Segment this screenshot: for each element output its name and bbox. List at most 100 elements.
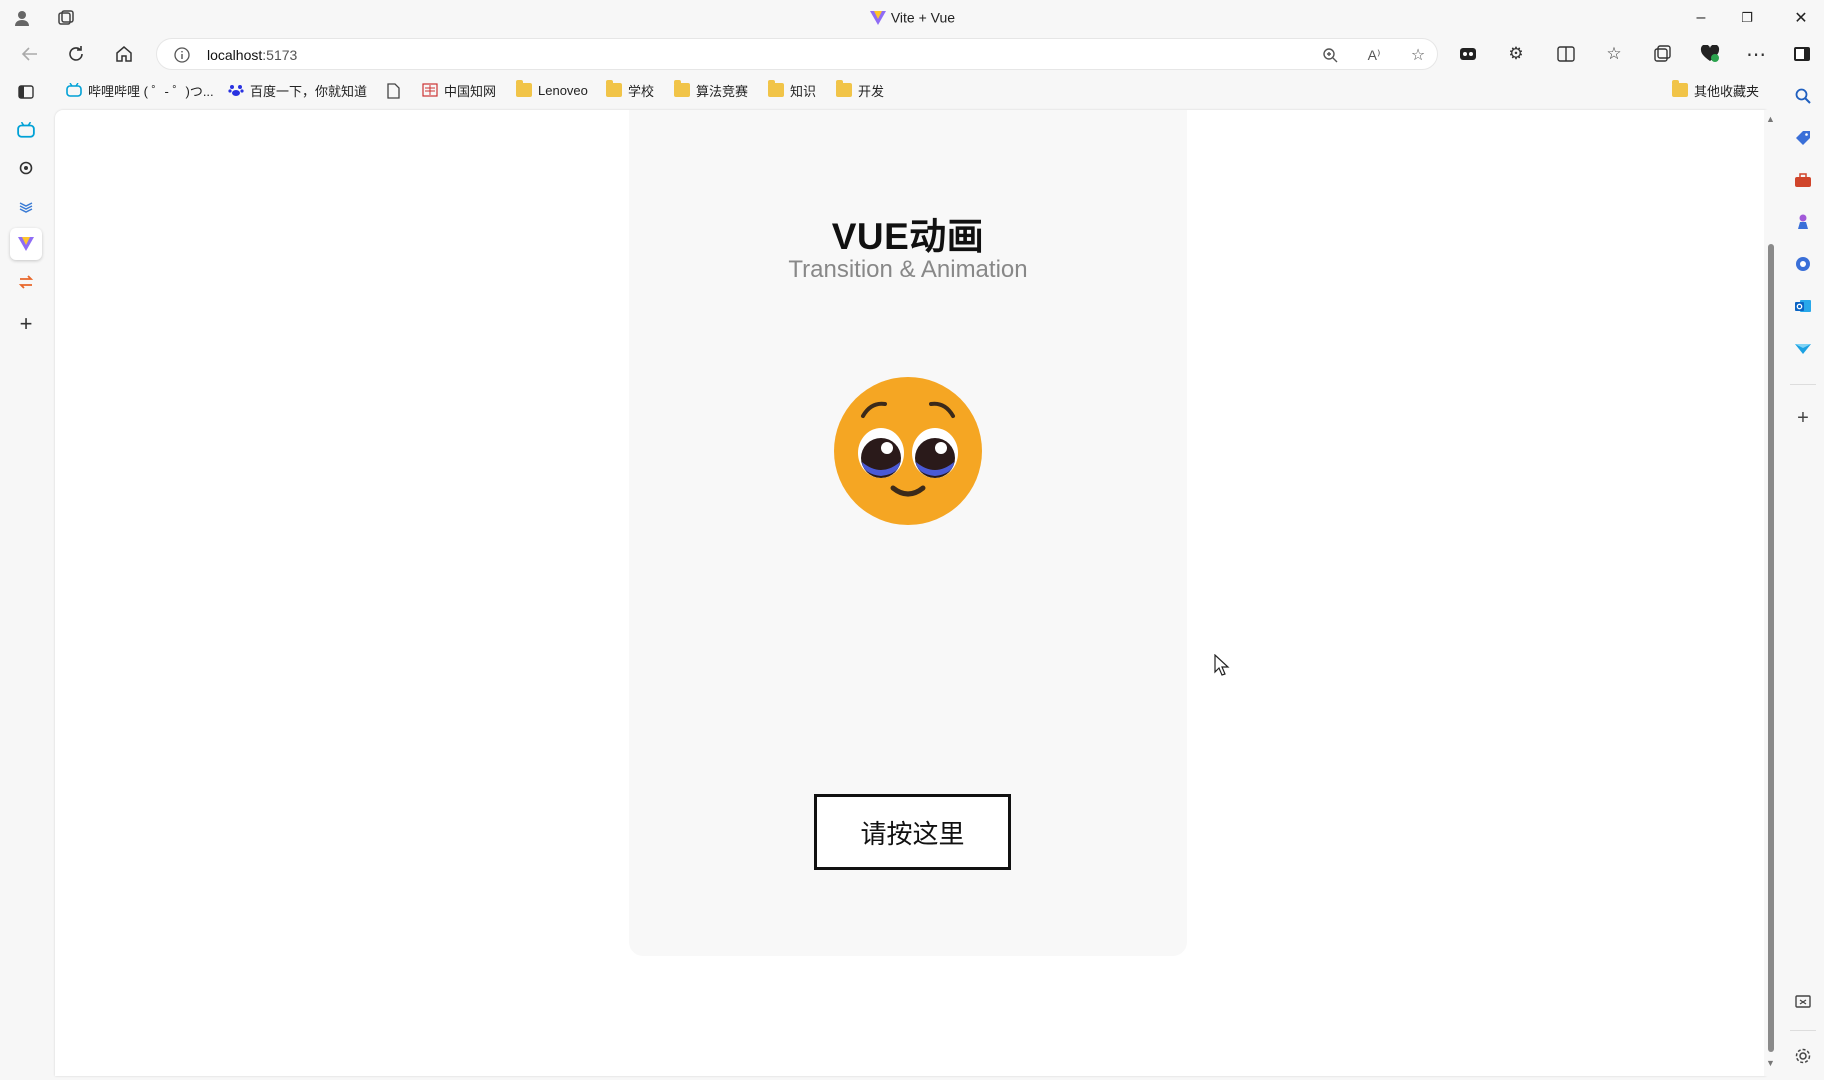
more-button[interactable]: ⋯ [1740, 38, 1772, 70]
bookmark-folder-lenoveo[interactable]: Lenoveo [516, 78, 588, 102]
favorite-button[interactable]: ☆ [1405, 42, 1431, 68]
bookmark-label: 其他收藏夹 [1694, 83, 1760, 99]
openai-icon [19, 161, 33, 175]
swap-icon [18, 275, 34, 289]
plus-icon: + [1797, 406, 1809, 429]
folder-icon [768, 80, 784, 97]
sidebar-screenshot-button[interactable] [1787, 986, 1819, 1018]
sidebar-tools-button[interactable] [1787, 164, 1819, 196]
back-button[interactable] [14, 38, 46, 70]
vertical-tabs-bar: + [0, 76, 52, 1080]
zoom-button[interactable] [1317, 42, 1343, 68]
bookmark-page[interactable] [386, 78, 408, 102]
edge-sidebar: + [1782, 76, 1824, 1080]
tab-actions-button[interactable] [10, 76, 42, 108]
sidebar-settings-button[interactable] [1787, 1040, 1819, 1072]
refresh-button[interactable] [60, 38, 92, 70]
office-icon [1796, 257, 1810, 271]
zoom-icon [1323, 48, 1338, 63]
window-title-text: Vite + Vue [890, 9, 956, 26]
search-icon [1795, 88, 1811, 104]
close-icon: ✕ [1794, 10, 1808, 27]
sidebar-toggle-button[interactable] [1786, 38, 1818, 70]
minimize-button[interactable]: – [1678, 0, 1724, 36]
plus-icon: + [19, 311, 33, 336]
page-viewport: VUE动画 Transition & Animation 请按这里 [55, 110, 1766, 1076]
bookmark-other-folder[interactable]: 其他收藏夹 [1672, 78, 1759, 102]
bilibili-icon [66, 82, 82, 97]
page-subtitle: Transition & Animation [788, 256, 1028, 283]
bookmark-folder-knowledge[interactable]: 知识 [768, 78, 816, 102]
bookmark-folder-algorithms[interactable]: 算法竞赛 [674, 78, 748, 102]
page-icon [386, 83, 402, 99]
home-button[interactable] [108, 38, 140, 70]
browser-essentials-button[interactable] [1694, 38, 1726, 70]
close-button[interactable]: ✕ [1778, 0, 1824, 36]
page-scrollbar[interactable]: ▲ ▼ [1764, 110, 1778, 1076]
tag-icon [1796, 131, 1810, 145]
address-port: :5173 [262, 47, 298, 63]
site-info-icon[interactable] [173, 46, 191, 69]
pleading-face-icon [833, 376, 983, 526]
layers-icon [19, 202, 33, 213]
read-aloud-button[interactable]: A⁾ [1361, 42, 1387, 68]
tab-actions-icon [18, 85, 34, 99]
sidebar-outlook-button[interactable] [1787, 290, 1819, 322]
bookmark-label: 哔哩哔哩 ( ゜- ゜)つ... [88, 83, 214, 99]
address-bar[interactable]: localhost:5173 A⁾ ☆ [156, 38, 1438, 70]
folder-icon [516, 80, 532, 97]
address-text[interactable]: localhost:5173 [207, 47, 297, 63]
bookmark-folder-dev[interactable]: 开发 [836, 78, 884, 102]
collections-icon [1654, 45, 1671, 62]
sidebar-drop-button[interactable] [1787, 332, 1819, 364]
title-bar: Vite + Vue – ❐ ✕ [0, 0, 1824, 36]
minimize-icon: – [1696, 9, 1706, 26]
copilot-button[interactable] [1452, 38, 1484, 70]
split-screen-button[interactable] [1550, 38, 1582, 70]
refresh-icon [69, 46, 83, 61]
address-host: localhost [207, 47, 263, 63]
new-tab-button[interactable]: + [10, 308, 42, 340]
sidebar-divider [1790, 384, 1816, 385]
tab-swap[interactable] [10, 266, 42, 298]
chess-piece-icon [1798, 214, 1808, 229]
sidebar-search-button[interactable] [1787, 80, 1819, 112]
tab-bilibili[interactable] [10, 114, 42, 146]
tab-stackedit[interactable] [10, 190, 42, 222]
tab-vite-vue-active[interactable] [10, 228, 42, 260]
extensions-button[interactable]: ⚙ [1500, 38, 1532, 70]
scroll-down-icon[interactable]: ▼ [1766, 1058, 1775, 1068]
bookmark-bilibili[interactable]: 哔哩哔哩 ( ゜- ゜)つ... [66, 78, 214, 102]
tab-openai[interactable] [10, 152, 42, 184]
restore-button[interactable]: ❐ [1724, 0, 1770, 36]
sidebar-shopping-button[interactable] [1787, 122, 1819, 154]
scroll-up-icon[interactable]: ▲ [1766, 114, 1775, 124]
page-title: VUE动画 [831, 216, 985, 257]
bookmark-label: Lenoveo [538, 82, 588, 98]
cnki-icon [422, 83, 438, 97]
bookmark-baidu[interactable]: 百度一下，你就知道 [228, 78, 367, 102]
sidebar-add-button[interactable]: + [1787, 402, 1819, 434]
collections-button[interactable] [1646, 38, 1678, 70]
baidu-icon [228, 83, 244, 97]
sidebar-games-button[interactable] [1787, 206, 1819, 238]
sidebar-divider [1790, 1030, 1816, 1031]
mouse-cursor-icon [1214, 653, 1230, 676]
animation-card: VUE动画 Transition & Animation 请按这里 [629, 110, 1187, 956]
press-here-button[interactable]: 请按这里 [814, 794, 1011, 870]
more-icon: ⋯ [1746, 43, 1766, 66]
bookmark-label: 开发 [858, 83, 885, 99]
scrollbar-thumb[interactable] [1768, 244, 1774, 1052]
bookmark-cnki[interactable]: 中国知网 [422, 78, 496, 102]
sidebar-office-button[interactable] [1787, 248, 1819, 280]
gear-icon [1795, 1048, 1811, 1064]
outlook-icon [1795, 300, 1811, 312]
folder-icon [674, 80, 690, 97]
back-arrow-icon [21, 47, 37, 61]
folder-icon [1672, 80, 1688, 97]
split-screen-icon [1557, 46, 1575, 62]
send-icon [1795, 344, 1811, 354]
bookmark-label: 算法竞赛 [696, 83, 749, 99]
bookmark-folder-school[interactable]: 学校 [606, 78, 654, 102]
favorites-button[interactable]: ☆ [1598, 38, 1630, 70]
